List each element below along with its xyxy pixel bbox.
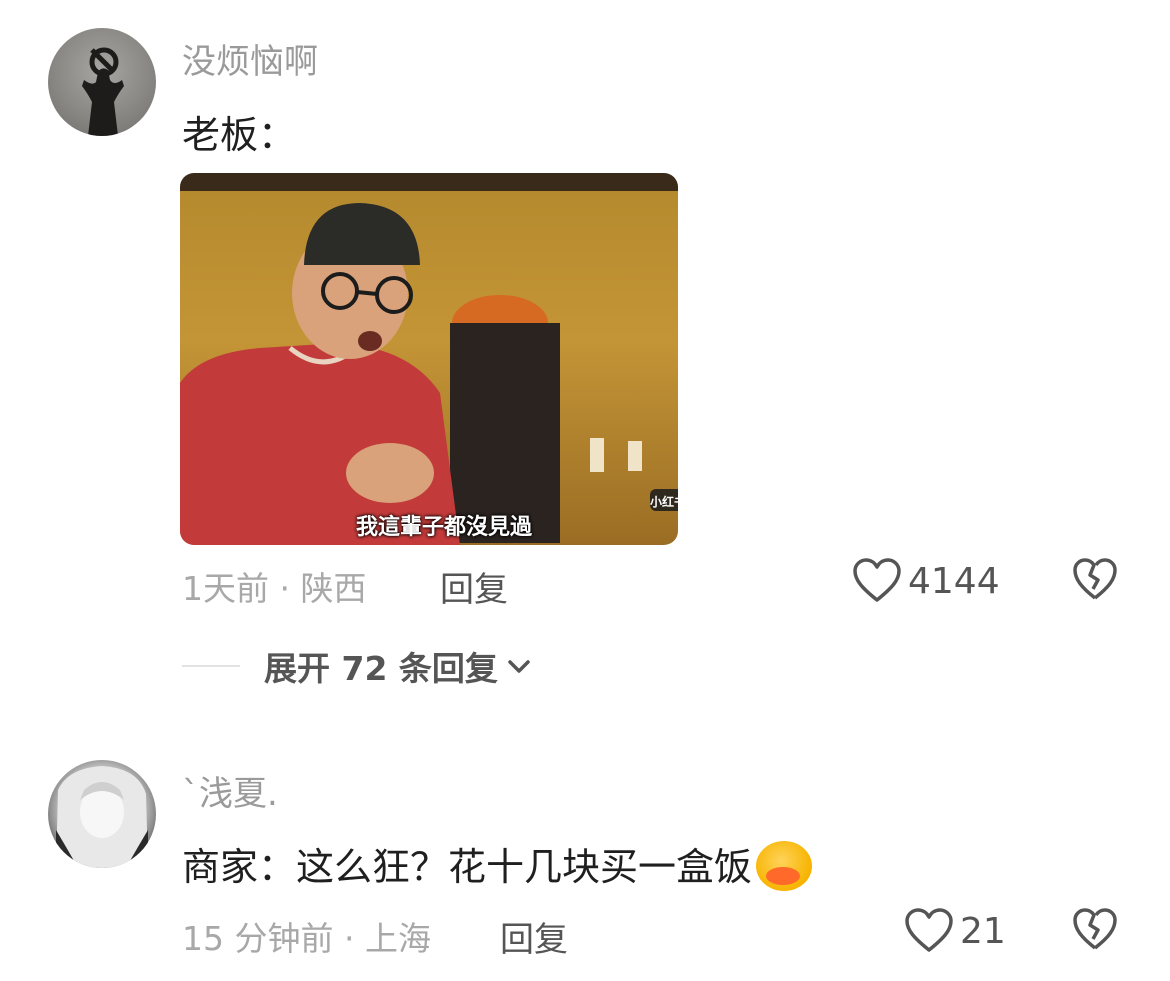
- like-count: 21: [960, 910, 1006, 952]
- dislike-button[interactable]: [1072, 558, 1118, 606]
- comment-meta: 15 分钟前 · 上海: [182, 912, 431, 960]
- comment-time: 15 分钟前: [182, 919, 334, 958]
- avatar[interactable]: [48, 28, 156, 136]
- username[interactable]: `浅夏.: [182, 766, 278, 815]
- comment-text-content: 商家：这么狂？花十几块买一盒饭: [182, 845, 753, 889]
- avatar[interactable]: [48, 760, 156, 868]
- meta-separator: ·: [343, 919, 355, 958]
- broken-heart-icon: [1073, 558, 1117, 600]
- comment-location: 上海: [364, 919, 431, 958]
- reply-button[interactable]: 回复: [500, 912, 568, 961]
- like-button[interactable]: 21: [904, 908, 1006, 954]
- heart-outline-icon: [905, 908, 953, 952]
- divider: [182, 665, 240, 667]
- meta-separator: ·: [279, 569, 291, 608]
- laughing-emoji-icon: [756, 840, 813, 891]
- avatar-silhouette-icon: [82, 47, 124, 136]
- meme-scene-icon: [180, 203, 678, 545]
- expand-replies-label: 展开 72 条回复: [264, 649, 498, 688]
- reply-button[interactable]: 回复: [440, 562, 508, 611]
- comment-time: 1天前: [182, 569, 269, 608]
- meme-subtitle: 我這輩子都沒見過: [355, 515, 532, 540]
- comment-text: 老板：: [182, 113, 297, 157]
- like-count: 4144: [908, 560, 1000, 602]
- expand-replies[interactable]: 展开 72 条回复: [182, 642, 532, 690]
- chevron-down-icon: [508, 660, 530, 673]
- avatar-anime-icon: [56, 766, 148, 868]
- meme-image[interactable]: 小红书 我這輩子都沒見過: [180, 173, 678, 545]
- comment-location: 陕西: [300, 569, 367, 608]
- username[interactable]: 没烦恼啊: [182, 34, 318, 83]
- broken-heart-icon: [1073, 908, 1117, 950]
- heart-outline-icon: [853, 558, 901, 602]
- dislike-button[interactable]: [1072, 908, 1118, 956]
- meme-watermark: 小红书: [649, 495, 678, 509]
- comment-meta: 1天前 · 陕西: [182, 562, 367, 610]
- comment-text: 商家：这么狂？花十几块买一盒饭: [182, 836, 813, 895]
- like-button[interactable]: 4144: [852, 558, 1000, 604]
